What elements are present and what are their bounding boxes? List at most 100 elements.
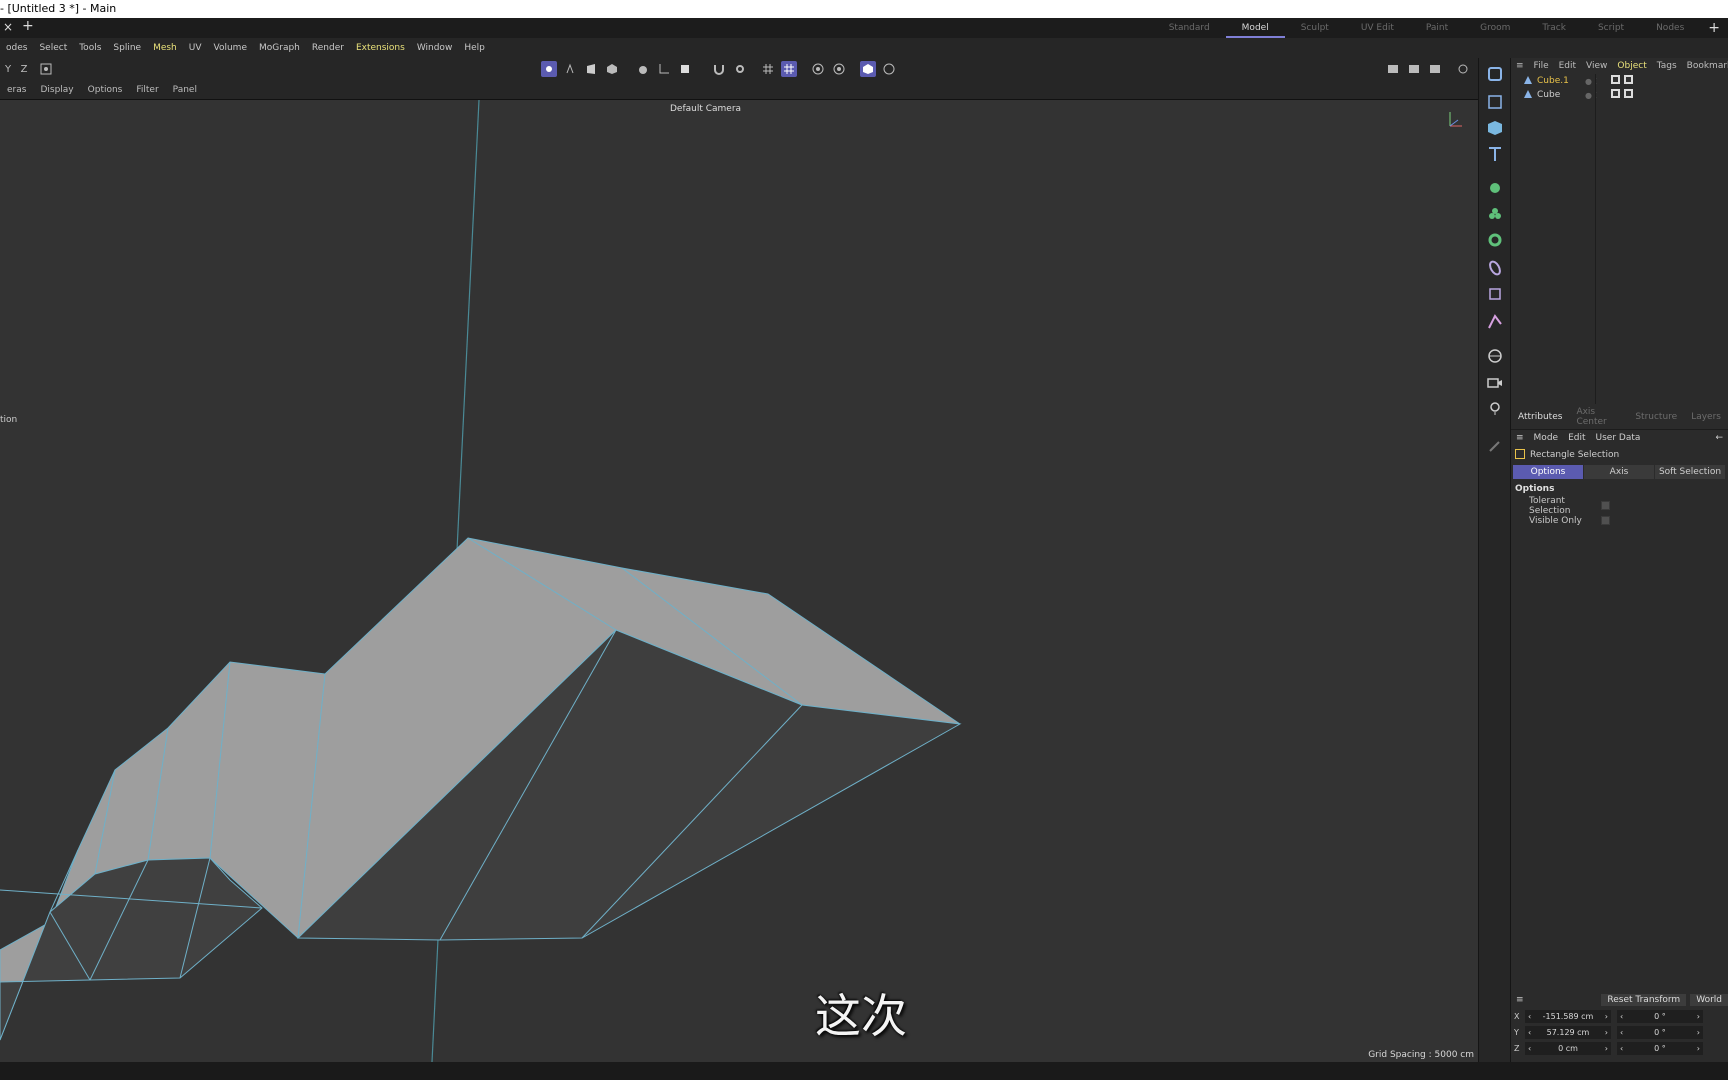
subtab-axis[interactable]: Axis (1584, 465, 1654, 479)
snap-enabled-icon[interactable] (781, 61, 797, 77)
viewport-menu-panel[interactable]: Panel (166, 85, 204, 95)
render-region-icon[interactable] (1385, 61, 1401, 77)
axis-y-button[interactable]: Y (0, 61, 16, 77)
menu-render[interactable]: Render (306, 43, 350, 53)
attr-menu-user-data[interactable]: User Data (1591, 433, 1646, 443)
layout-paint[interactable]: Paint (1410, 18, 1464, 38)
layout-nodes[interactable]: Nodes (1640, 18, 1700, 38)
layout-uv-edit[interactable]: UV Edit (1345, 18, 1410, 38)
viewport-menu-cameras[interactable]: eras (0, 85, 33, 95)
subtab-soft-selection[interactable]: Soft Selection (1655, 465, 1725, 479)
rotation-b-field[interactable]: ‹ 0 ° › (1617, 1041, 1703, 1055)
light-icon[interactable] (1485, 398, 1505, 418)
object-row[interactable]: Cube ● ⁚ (1511, 88, 1728, 102)
attr-menu-mode[interactable]: Mode (1529, 433, 1564, 443)
menu-mograph[interactable]: MoGraph (253, 43, 306, 53)
tag-icon[interactable] (1624, 75, 1634, 87)
layout-groom[interactable]: Groom (1464, 18, 1526, 38)
text-icon[interactable] (1485, 144, 1505, 164)
tab-attributes[interactable]: Attributes (1511, 412, 1569, 422)
layout-sculpt[interactable]: Sculpt (1285, 18, 1345, 38)
layout-script[interactable]: Script (1582, 18, 1640, 38)
model-mode-icon[interactable] (604, 61, 620, 77)
mesh-object[interactable] (0, 537, 962, 1041)
menu-select[interactable]: Select (33, 43, 73, 53)
menu-modes[interactable]: odes (0, 43, 33, 53)
gear-icon[interactable] (732, 61, 748, 77)
layout-standard[interactable]: Standard (1153, 18, 1226, 38)
reset-transform-button[interactable]: Reset Transform (1601, 994, 1687, 1006)
generator-icon[interactable] (1485, 178, 1505, 198)
menu-tools[interactable]: Tools (73, 43, 107, 53)
workplane-icon[interactable] (656, 61, 672, 77)
3d-viewport[interactable]: Default Camera tion Grid Spacing : 5000 … (0, 100, 1478, 1062)
points-mode-icon[interactable] (541, 61, 557, 77)
object-row[interactable]: Cube.1 ● ⁚ (1511, 74, 1728, 88)
auto-icon[interactable] (881, 61, 897, 77)
edges-mode-icon[interactable] (562, 61, 578, 77)
axis-z-button[interactable]: Z (16, 61, 32, 77)
attr-menu-edit[interactable]: Edit (1563, 433, 1590, 443)
om-menu-object[interactable]: Object (1612, 61, 1651, 71)
object-name[interactable]: Cube.1 (1537, 76, 1585, 86)
rotation-p-field[interactable]: ‹ 0 ° › (1617, 1025, 1703, 1039)
pen-icon[interactable] (1485, 436, 1505, 456)
visible-only-checkbox[interactable] (1601, 516, 1610, 525)
hamburger-icon[interactable]: ≡ (1511, 433, 1529, 443)
grid-snap-icon[interactable] (760, 61, 776, 77)
solo-icon[interactable] (677, 61, 693, 77)
enable-axis-icon[interactable] (636, 61, 652, 77)
render-view-icon[interactable] (810, 61, 826, 77)
render-active-icon[interactable] (1406, 61, 1422, 77)
field-icon[interactable] (1485, 284, 1505, 304)
add-layout-icon[interactable]: + (1700, 18, 1728, 38)
spline-icon[interactable] (1485, 312, 1505, 332)
rectangle-selection-icon[interactable] (1485, 92, 1505, 112)
menu-spline[interactable]: Spline (107, 43, 147, 53)
viewport-solo-icon[interactable] (860, 61, 876, 77)
camera-icon[interactable] (1485, 372, 1505, 392)
polygons-mode-icon[interactable] (583, 61, 599, 77)
viewport-scene[interactable] (0, 100, 1478, 1062)
menu-mesh[interactable]: Mesh (147, 43, 183, 53)
om-menu-view[interactable]: View (1581, 61, 1612, 71)
layout-model[interactable]: Model (1225, 18, 1285, 38)
close-tab-icon[interactable]: × (3, 20, 13, 34)
tab-structure[interactable]: Structure (1628, 412, 1684, 422)
om-menu-bookmarks[interactable]: Bookmarks (1682, 61, 1728, 71)
menu-extensions[interactable]: Extensions (350, 43, 411, 53)
position-y-field[interactable]: ‹ 57.129 cm › (1525, 1025, 1611, 1039)
cloner-icon[interactable] (1485, 204, 1505, 224)
tag-icon[interactable] (1624, 89, 1634, 101)
deformer-icon[interactable] (1485, 258, 1505, 278)
layout-track[interactable]: Track (1526, 18, 1582, 38)
coordinate-space-dropdown[interactable]: World (1690, 994, 1728, 1006)
magnet-icon[interactable] (711, 61, 727, 77)
back-arrow-icon[interactable]: ← (1710, 433, 1728, 443)
live-selection-icon[interactable] (1485, 64, 1505, 84)
position-x-field[interactable]: ‹ -151.589 cm › (1525, 1009, 1611, 1023)
render-settings-icon[interactable] (831, 61, 847, 77)
viewport-menu-filter[interactable]: Filter (129, 85, 165, 95)
om-menu-edit[interactable]: Edit (1554, 61, 1581, 71)
coordinate-system-icon[interactable] (38, 61, 54, 77)
environment-icon[interactable] (1485, 346, 1505, 366)
render-queue-icon[interactable] (1427, 61, 1443, 77)
effector-icon[interactable] (1485, 230, 1505, 250)
camera-label[interactable]: Default Camera (670, 104, 741, 114)
cube-icon[interactable] (1485, 118, 1505, 138)
viewport-menu-options[interactable]: Options (81, 85, 130, 95)
om-menu-file[interactable]: File (1529, 61, 1554, 71)
refresh-icon[interactable] (1455, 61, 1471, 77)
menu-help[interactable]: Help (458, 43, 491, 53)
tab-axis-center[interactable]: Axis Center (1569, 407, 1628, 427)
position-z-field[interactable]: ‹ 0 cm › (1525, 1041, 1611, 1055)
hamburger-icon[interactable]: ≡ (1511, 995, 1529, 1005)
tab-layers[interactable]: Layers (1684, 412, 1728, 422)
rotation-h-field[interactable]: ‹ 0 ° › (1617, 1009, 1703, 1023)
menu-window[interactable]: Window (411, 43, 459, 53)
subtab-options[interactable]: Options (1513, 465, 1583, 479)
tolerant-selection-checkbox[interactable] (1601, 501, 1610, 510)
tag-icon[interactable] (1611, 75, 1621, 87)
tag-icon[interactable] (1611, 89, 1621, 101)
